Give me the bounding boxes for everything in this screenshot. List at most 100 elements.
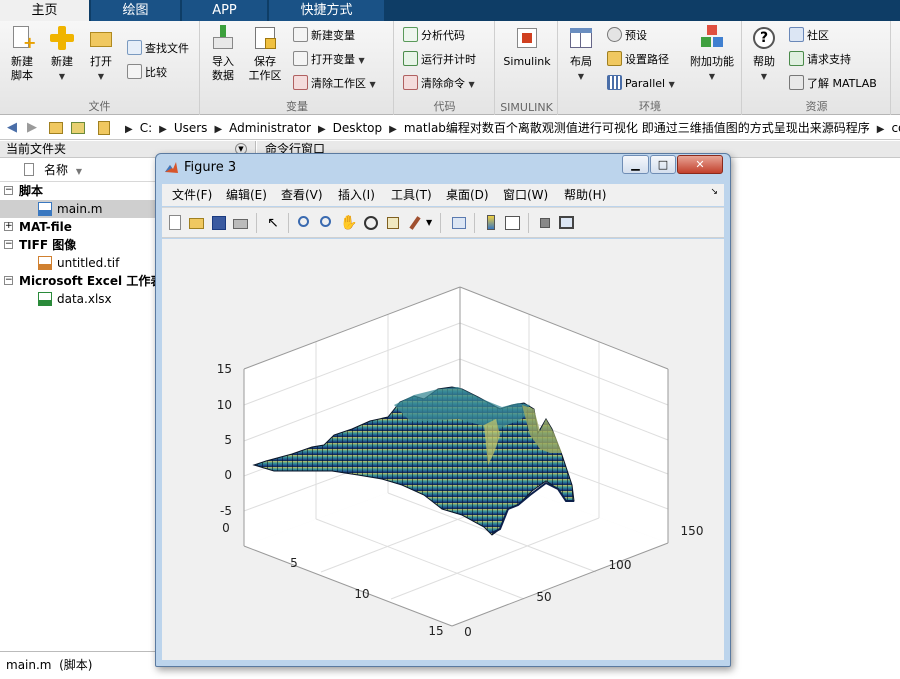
breadcrumb-item[interactable]: Users [174, 121, 208, 135]
file-name: main.m [57, 202, 103, 216]
open-file-icon[interactable] [188, 214, 206, 232]
tab-plots[interactable]: 绘图 [91, 0, 181, 21]
hide-plot-tools-icon[interactable] [536, 214, 554, 232]
open-button[interactable]: 打开 ▼ [84, 25, 118, 84]
maximize-button[interactable]: □ [650, 155, 676, 174]
run-and-time-button[interactable]: 运行并计时 [403, 50, 476, 70]
section-label-environment: 环境 [639, 100, 661, 113]
brush-icon[interactable] [406, 214, 424, 232]
tab-apps[interactable]: APP [182, 0, 268, 21]
figure-menu-item[interactable]: 窗口(W) [503, 184, 548, 206]
rotate-3d-icon[interactable] [362, 214, 380, 232]
print-icon[interactable] [232, 214, 250, 232]
figure-menu-item[interactable]: 插入(I) [338, 184, 375, 206]
back-arrow-icon[interactable]: ◀ [4, 120, 20, 136]
z-axis-ticks: 15 10 5 0 -5 [217, 362, 232, 518]
new-script-button[interactable]: + 新建 脚本 [4, 25, 40, 83]
compare-button[interactable]: 比较 [127, 63, 167, 83]
clear-commands-button[interactable]: 清除命令 ▼ [403, 74, 475, 94]
chevron-down-icon[interactable]: ▼ [426, 218, 432, 227]
import-data-label: 导入 数据 [212, 55, 234, 82]
simulink-icon [514, 25, 540, 51]
breadcrumb-item[interactable]: Administrator [229, 121, 311, 135]
addons-button[interactable]: 附加功能 ▼ [687, 25, 737, 84]
community-button[interactable]: 社区 [789, 26, 829, 46]
breadcrumb: ▶ C: ▶ Users ▶ Administrator ▶ Desktop ▶ matlab编程… [118, 116, 900, 140]
new-button[interactable]: 新建 ▼ [46, 25, 78, 84]
toolbar-separator [440, 213, 441, 233]
surface-plot-axes[interactable]: 151050-5 051015 050100150 [162, 239, 724, 660]
forward-arrow-icon[interactable]: ▶ [24, 120, 40, 136]
help-icon: ? [751, 25, 777, 51]
collapse-icon[interactable]: − [4, 186, 13, 195]
analyze-code-button[interactable]: 分析代码 [403, 26, 465, 46]
breadcrumb-separator-icon[interactable]: ▶ [389, 124, 397, 135]
parallel-button[interactable]: Parallel ▼ [607, 74, 675, 94]
tick-label: -5 [220, 504, 232, 518]
set-path-button[interactable]: 设置路径 [607, 50, 669, 70]
dock-arrow-icon[interactable]: ↘ [710, 187, 718, 197]
figure-menu-item[interactable]: 文件(F) [172, 184, 212, 206]
toolbar-separator [528, 213, 529, 233]
section-simulink: Simulink SIMULINK [496, 21, 558, 115]
request-support-icon [789, 51, 804, 66]
close-button[interactable]: ✕ [677, 155, 723, 174]
chevron-down-icon: ▼ [708, 72, 716, 81]
preferences-button[interactable]: 预设 [607, 26, 647, 46]
figure-canvas[interactable]: 15 10 5 0 -5 0 5 10 15 0 50 100 150 [162, 239, 724, 660]
open-label: 打开 [90, 55, 112, 68]
minimize-button[interactable]: ▁ [622, 155, 649, 174]
new-figure-icon[interactable] [166, 214, 184, 232]
breadcrumb-separator-icon[interactable]: ▶ [877, 124, 885, 135]
addons-icon [699, 25, 725, 51]
layout-button[interactable]: 布局 ▼ [563, 25, 599, 84]
clear-workspace-button[interactable]: 清除工作区 ▼ [293, 74, 376, 94]
colorbar-icon[interactable] [482, 214, 500, 232]
tab-shortcuts[interactable]: 快捷方式 [269, 0, 385, 21]
expand-icon[interactable]: + [4, 222, 13, 231]
data-cursor-icon[interactable] [384, 214, 402, 232]
pan-hand-icon[interactable]: ✋ [340, 214, 358, 232]
simulink-button[interactable]: Simulink [500, 25, 554, 69]
breadcrumb-separator-icon[interactable]: ▶ [318, 124, 326, 135]
collapse-icon[interactable]: − [4, 240, 13, 249]
help-button[interactable]: ? 帮助 ▼ [747, 25, 781, 84]
parallel-icon [607, 75, 622, 90]
import-data-button[interactable]: 导入 数据 [205, 25, 241, 83]
figure-titlebar[interactable]: Figure 3 ▁ □ ✕ [156, 154, 730, 182]
up-folder-icon[interactable] [48, 120, 64, 136]
legend-icon[interactable] [504, 214, 522, 232]
open-variable-button[interactable]: 打开变量 ▼ [293, 50, 365, 70]
breadcrumb-item[interactable]: Desktop [333, 121, 383, 135]
zoom-in-icon[interactable] [296, 214, 314, 232]
figure-menu-item[interactable]: 查看(V) [281, 184, 323, 206]
request-support-button[interactable]: 请求支持 [789, 50, 851, 70]
show-plot-tools-icon[interactable] [558, 214, 576, 232]
zoom-out-icon[interactable] [318, 214, 336, 232]
figure-menu-item[interactable]: 帮助(H) [564, 184, 606, 206]
new-variable-button[interactable]: 新建变量 [293, 26, 355, 46]
figure-menu-item[interactable]: 桌面(D) [446, 184, 489, 206]
breadcrumb-separator-icon[interactable]: ▶ [159, 124, 167, 135]
community-icon [789, 27, 804, 42]
breadcrumb-item[interactable]: coc [891, 121, 900, 135]
breadcrumb-separator-icon[interactable]: ▶ [125, 124, 133, 135]
figure-menu-item[interactable]: 编辑(E) [226, 184, 267, 206]
sort-down-icon: ▼ [75, 167, 82, 176]
tab-home[interactable]: 主页 [0, 0, 90, 21]
collapse-icon[interactable]: − [4, 276, 13, 285]
figure-menu-item[interactable]: 工具(T) [391, 184, 432, 206]
find-files-icon [127, 40, 142, 55]
breadcrumb-item[interactable]: matlab编程对数百个离散观测值进行可视化 即通过三维插值图的方式呈现出来源码… [404, 121, 870, 135]
save-workspace-button[interactable]: 保存 工作区 [245, 25, 285, 83]
save-icon[interactable] [210, 214, 228, 232]
breadcrumb-separator-icon[interactable]: ▶ [214, 124, 222, 135]
learn-matlab-button[interactable]: 了解 MATLAB [789, 74, 877, 94]
browse-folder-icon[interactable] [70, 120, 86, 136]
find-files-button[interactable]: 查找文件 [127, 39, 189, 59]
link-plot-icon[interactable] [450, 214, 468, 232]
pointer-icon[interactable]: ↖ [264, 214, 282, 232]
breadcrumb-item[interactable]: C: [140, 121, 152, 135]
analyze-code-icon [403, 27, 418, 42]
figure-title: Figure 3 [184, 160, 237, 175]
